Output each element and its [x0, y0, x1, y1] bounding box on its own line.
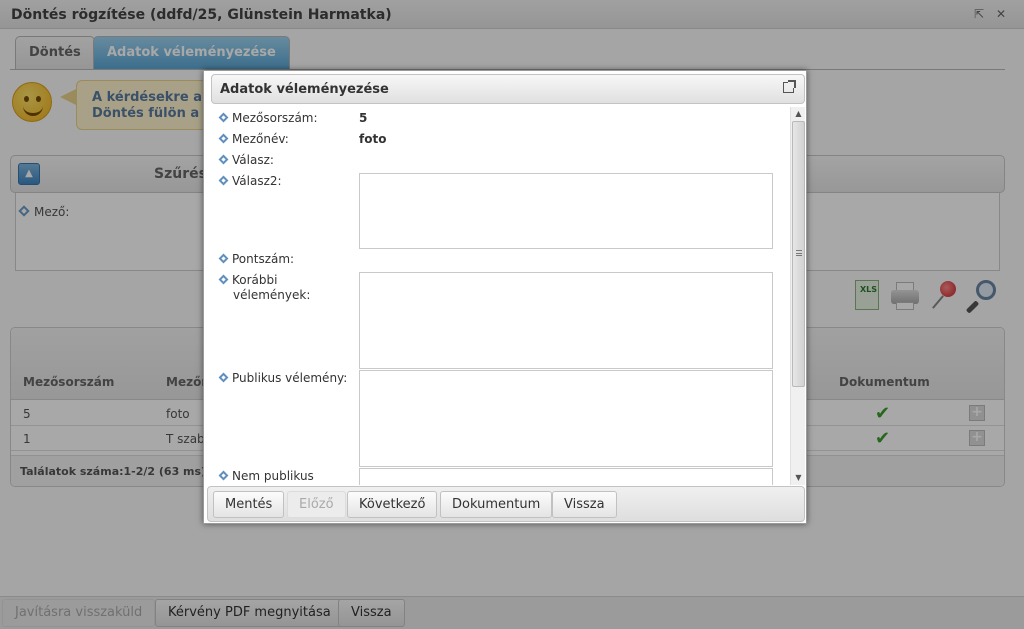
dialog-footer: Mentés Előző Következő Dokumentum Vissza	[207, 486, 805, 522]
field-label: Korábbi	[232, 273, 278, 287]
korabbi-velemenyek-textarea[interactable]	[359, 272, 773, 369]
diamond-icon	[218, 154, 229, 165]
field-label: Publikus vélemény:	[232, 371, 348, 385]
dialog-form: Mezősorszám: 5 Mezőnév: foto Válasz: Vál…	[204, 107, 789, 485]
field-valasz2: Válasz2:	[218, 174, 282, 189]
document-button[interactable]: Dokumentum	[440, 491, 553, 518]
field-label: Válasz2:	[232, 174, 282, 188]
field-mezosorszam: Mezősorszám:	[218, 111, 318, 126]
field-label-cont: vélemények:	[233, 288, 311, 302]
nem-publikus-textarea[interactable]	[359, 468, 773, 485]
save-button[interactable]: Mentés	[213, 491, 285, 518]
publikus-velemeny-textarea[interactable]	[359, 370, 773, 467]
mezosorszam-value: 5	[359, 111, 368, 125]
diamond-icon	[218, 470, 229, 481]
diamond-icon	[218, 274, 229, 285]
field-publikus-velemeny: Publikus vélemény:	[218, 371, 348, 386]
valasz2-textarea[interactable]	[359, 173, 773, 249]
field-label: Válasz:	[232, 153, 274, 167]
field-korabbi-velemenyek: Korábbi vélemények:	[218, 273, 311, 303]
scrollbar-thumb[interactable]	[792, 121, 805, 387]
diamond-icon	[218, 372, 229, 383]
scroll-down-icon[interactable]: ▼	[791, 471, 806, 485]
field-label: Pontszám:	[232, 252, 295, 266]
dialog-header: Adatok véleményezése	[211, 74, 805, 104]
field-mezonev: Mezőnév:	[218, 132, 289, 147]
back-button[interactable]: Vissza	[552, 491, 617, 518]
mezonev-value: foto	[359, 132, 387, 146]
previous-button[interactable]: Előző	[287, 491, 346, 518]
field-label: Mezőnév:	[232, 132, 289, 146]
field-pontszam: Pontszám:	[218, 252, 295, 267]
diamond-icon	[218, 175, 229, 186]
field-label: Mezősorszám:	[232, 111, 318, 125]
field-label: Nem publikus	[232, 469, 314, 483]
review-dialog: Adatok véleményezése Mezősorszám: 5 Mező…	[203, 70, 807, 524]
field-nem-publikus: Nem publikus	[218, 469, 314, 484]
dialog-scrollbar[interactable]: ▲ ▼	[790, 107, 805, 485]
diamond-icon	[218, 112, 229, 123]
popout-icon[interactable]	[783, 80, 796, 93]
next-button[interactable]: Következő	[347, 491, 438, 518]
diamond-icon	[218, 253, 229, 264]
diamond-icon	[218, 133, 229, 144]
scroll-up-icon[interactable]: ▲	[791, 107, 806, 121]
field-valasz: Válasz:	[218, 153, 274, 168]
dialog-title: Adatok véleményezése	[220, 82, 389, 97]
